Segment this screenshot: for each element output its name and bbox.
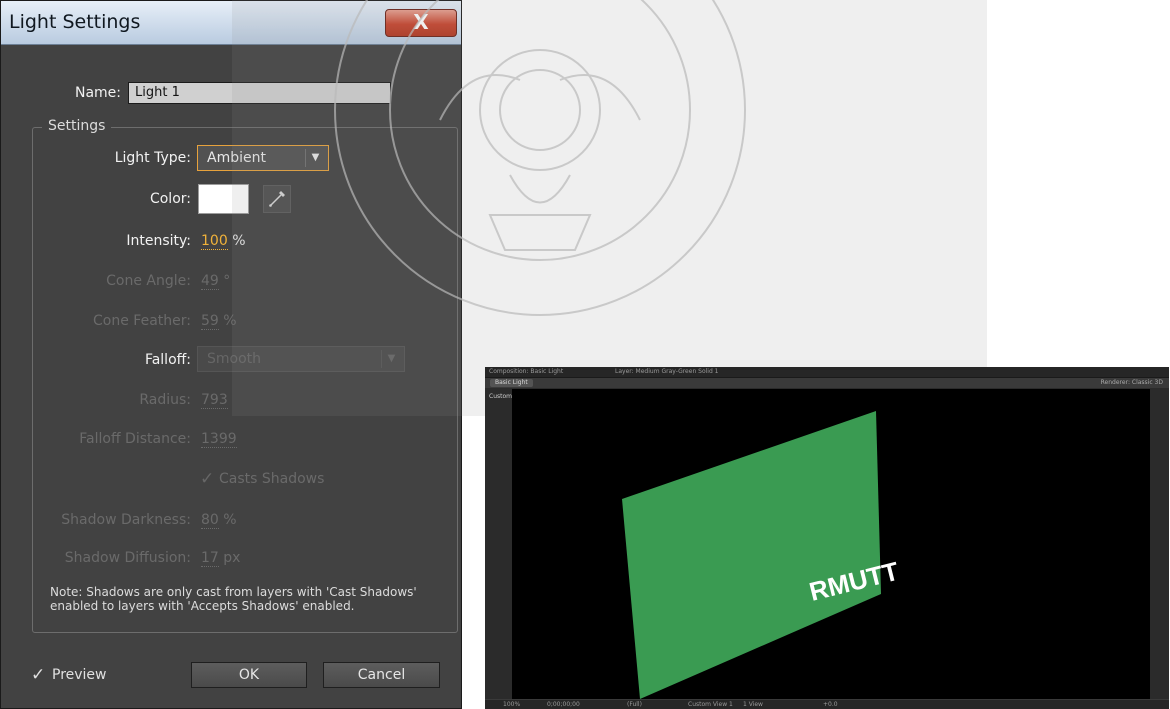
light-type-dropdown[interactable]: Ambient ▼ (197, 145, 329, 171)
shadow-note-line-1: Note: Shadows are only cast from layers … (50, 585, 417, 599)
green-solid-layer (622, 411, 881, 699)
casts-shadows-label: Casts Shadows (219, 471, 325, 487)
falloff-distance-value: 1399 (201, 431, 237, 448)
cone-angle-label: Cone Angle: (106, 273, 191, 289)
preview-label: Preview (52, 667, 107, 683)
resolution[interactable]: (Full) (627, 700, 642, 709)
view-menu[interactable]: Custom View 1 (688, 700, 733, 709)
cone-feather-value: 59 (201, 313, 219, 330)
cone-angle-field: 49 ° (201, 273, 231, 290)
preview-checkbox[interactable]: ✓ (31, 667, 45, 684)
shadow-darkness-field: 80 % (201, 512, 237, 529)
radius-value: 793 (201, 392, 228, 409)
radius-label: Radius: (139, 392, 191, 408)
eyedropper-icon[interactable] (263, 185, 291, 213)
renderer-label: Renderer: (1100, 379, 1130, 386)
scene-canvas: RMUTT (622, 411, 902, 699)
composition-panel: Composition: Basic Light Layer: Medium G… (485, 367, 1169, 709)
falloff-label: Falloff: (144, 352, 191, 368)
cone-feather-field: 59 % (201, 313, 237, 330)
light-type-value: Ambient (207, 150, 266, 166)
falloff-distance-label: Falloff Distance: (79, 431, 191, 447)
chevron-down-icon: ▼ (381, 350, 401, 368)
title-bar[interactable]: Light Settings X (1, 1, 461, 45)
shadow-note-line-2: enabled to layers with 'Accepts Shadows'… (50, 599, 355, 613)
cone-feather-label: Cone Feather: (93, 313, 191, 329)
dialog-title: Light Settings (9, 11, 141, 33)
intensity-unit: % (232, 233, 246, 249)
falloff-dropdown: Smooth ▼ (197, 346, 405, 372)
color-label: Color: (149, 191, 191, 207)
name-label: Name: (74, 85, 121, 101)
shadow-darkness-label: Shadow Darkness: (61, 512, 191, 528)
shadow-note: Note: Shadows are only cast from layers … (50, 585, 417, 613)
cone-feather-unit: % (223, 313, 237, 329)
name-input[interactable]: Light 1 (128, 82, 391, 104)
shadow-diffusion-unit: px (223, 550, 241, 566)
shadow-diffusion-label: Shadow Diffusion: (64, 550, 191, 566)
color-swatch[interactable] (198, 184, 249, 214)
falloff-value: Smooth (207, 351, 262, 367)
shadow-diffusion-value: 17 (201, 550, 219, 567)
layout-menu[interactable]: 1 View (743, 700, 763, 709)
falloff-distance-field: 1399 (201, 431, 237, 448)
intensity-field[interactable]: 100 % (201, 233, 246, 250)
composition-viewport[interactable]: RMUTT (512, 389, 1150, 699)
zoom-level[interactable]: 100% (503, 700, 520, 709)
settings-group-label: Settings (42, 118, 112, 134)
shadow-darkness-unit: % (223, 512, 237, 528)
timecode[interactable]: 0;00;00;00 (547, 700, 580, 709)
intensity-label: Intensity: (126, 233, 191, 249)
composition-tabs: Basic Light Renderer: Classic 3D (485, 378, 1169, 388)
ok-button[interactable]: OK (191, 662, 307, 688)
composition-footer: 100% 0;00;00;00 (Full) Custom View 1 1 V… (485, 699, 1169, 709)
layer-header-title[interactable]: Layer: Medium Gray-Green Solid 1 (615, 367, 719, 377)
cone-angle-unit: ° (223, 273, 231, 289)
composition-header-title[interactable]: Composition: Basic Light (489, 367, 563, 377)
radius-field: 793 (201, 392, 228, 409)
renderer-info[interactable]: Renderer: Classic 3D (1101, 378, 1163, 388)
composition-header: Composition: Basic Light Layer: Medium G… (485, 367, 1169, 378)
tab-basic-light[interactable]: Basic Light (490, 379, 533, 387)
cancel-button[interactable]: Cancel (323, 662, 440, 688)
cone-angle-value: 49 (201, 273, 219, 290)
shadow-darkness-value: 80 (201, 512, 219, 529)
intensity-value[interactable]: 100 (201, 233, 228, 250)
exposure[interactable]: +0.0 (823, 700, 838, 709)
close-button[interactable]: X (385, 9, 457, 37)
renderer-value: Classic 3D (1131, 379, 1163, 386)
light-type-label: Light Type: (114, 150, 191, 166)
shadow-diffusion-field: 17 px (201, 550, 241, 567)
casts-shadows-checkbox: ✓ (200, 469, 215, 489)
light-settings-dialog: Light Settings X Name: Light 1 Settings … (0, 0, 462, 709)
chevron-down-icon: ▼ (305, 149, 325, 167)
